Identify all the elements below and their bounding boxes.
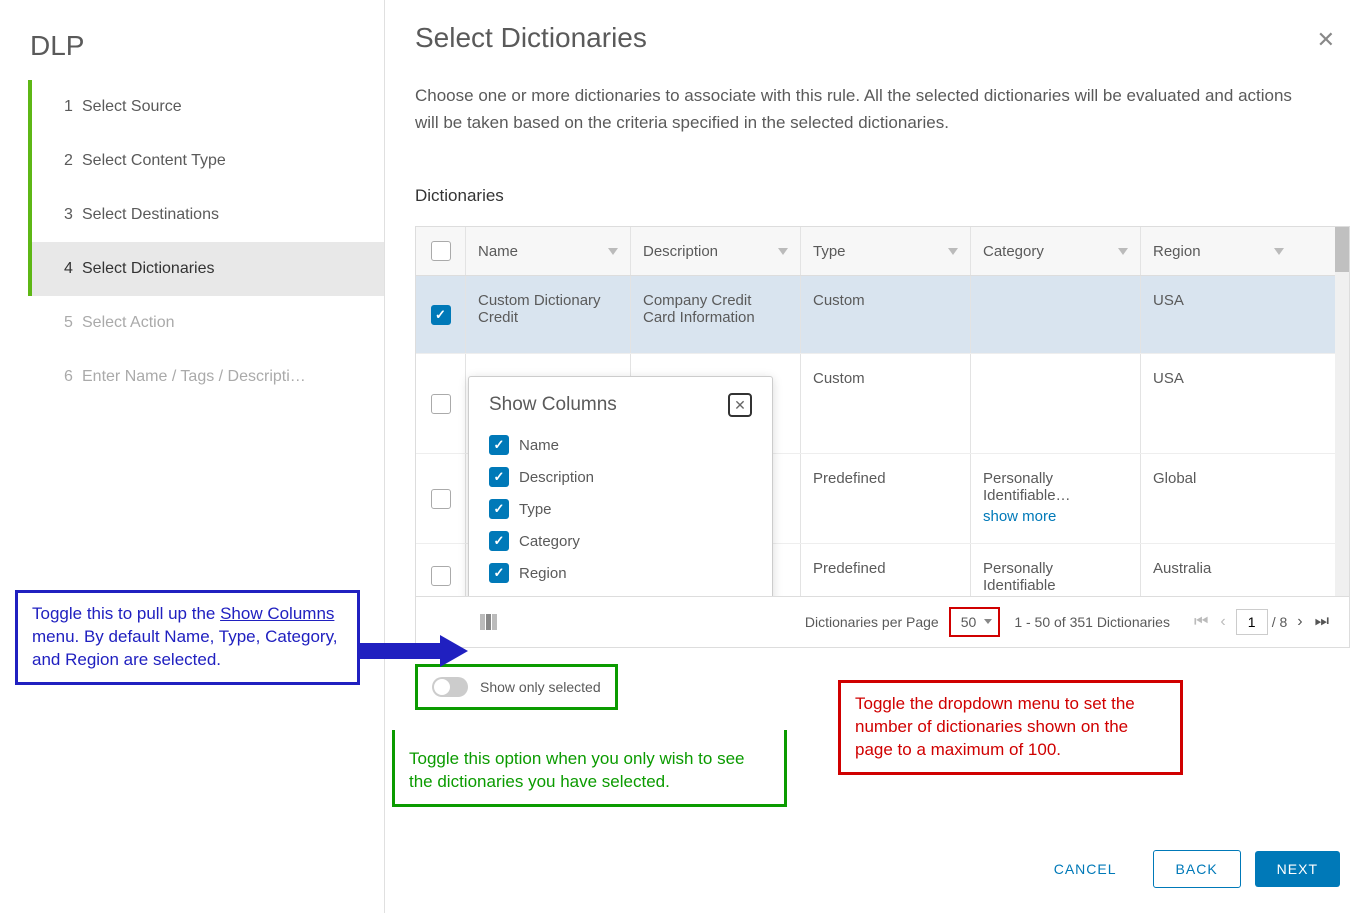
checkbox-icon[interactable]	[489, 499, 509, 519]
pager-first-icon[interactable]: ⏮	[1188, 613, 1214, 631]
step-select-action: 5Select Action	[32, 296, 384, 350]
show-more-link[interactable]: show more	[983, 508, 1056, 525]
page-description: Choose one or more dictionaries to assoc…	[415, 82, 1315, 136]
row-checkbox[interactable]	[431, 489, 451, 509]
step-select-destinations[interactable]: 3Select Destinations	[32, 188, 384, 242]
filter-icon[interactable]	[948, 248, 958, 255]
table-row[interactable]: Custom Dictionary Credit Company Credit …	[416, 276, 1349, 354]
column-toggle-region[interactable]: Region	[489, 557, 752, 589]
pager-prev-icon[interactable]: ‹	[1214, 613, 1231, 631]
page-total: / 8	[1272, 614, 1288, 630]
column-settings-icon[interactable]	[480, 614, 498, 630]
wizard-footer-buttons: CANCEL BACK NEXT	[1032, 850, 1340, 888]
step-enter-name-tags: 6Enter Name / Tags / Descripti…	[32, 350, 384, 404]
scroll-thumb[interactable]	[1335, 227, 1349, 272]
filter-icon[interactable]	[1274, 248, 1284, 255]
wizard-sidebar: DLP 1Select Source 2Select Content Type …	[0, 0, 385, 913]
popover-close-icon[interactable]: ✕	[728, 393, 752, 417]
checkbox-icon[interactable]	[489, 467, 509, 487]
pager-last-icon[interactable]: ⏭	[1309, 613, 1335, 631]
per-page-label: Dictionaries per Page	[805, 614, 939, 630]
show-only-selected-row: Show only selected	[415, 664, 618, 710]
col-name-header: Name	[478, 243, 518, 260]
callout-per-page: Toggle the dropdown menu to set the numb…	[838, 680, 1183, 775]
cancel-button[interactable]: CANCEL	[1032, 851, 1139, 887]
filter-icon[interactable]	[1118, 248, 1128, 255]
column-toggle-name[interactable]: Name	[489, 429, 752, 461]
col-region-header: Region	[1153, 243, 1201, 260]
page-number-input[interactable]	[1236, 609, 1268, 635]
next-button[interactable]: NEXT	[1255, 851, 1340, 887]
select-all-checkbox[interactable]	[431, 241, 451, 261]
callout-show-columns: Toggle this to pull up the Show Columns …	[15, 590, 360, 685]
step-select-source[interactable]: 1Select Source	[32, 80, 384, 134]
show-only-selected-toggle[interactable]	[432, 677, 468, 697]
checkbox-icon[interactable]	[489, 435, 509, 455]
checkbox-icon[interactable]	[489, 563, 509, 583]
step-select-dictionaries[interactable]: 4Select Dictionaries	[32, 242, 384, 296]
col-category-header: Category	[983, 243, 1044, 260]
checkbox-icon[interactable]	[489, 531, 509, 551]
filter-icon[interactable]	[608, 248, 618, 255]
column-toggle-description[interactable]: Description	[489, 461, 752, 493]
column-toggle-type[interactable]: Type	[489, 493, 752, 525]
close-icon[interactable]: ✕	[1312, 22, 1340, 58]
popover-title: Show Columns	[489, 394, 617, 416]
scrollbar[interactable]	[1335, 227, 1349, 607]
page-range-info: 1 - 50 of 351 Dictionaries	[1014, 614, 1170, 630]
sidebar-title: DLP	[0, 20, 384, 80]
row-checkbox[interactable]	[431, 566, 451, 586]
show-only-selected-label: Show only selected	[480, 679, 601, 695]
section-label: Dictionaries	[415, 186, 1350, 206]
dictionaries-table: Name Description Type Category Region Cu…	[415, 226, 1350, 648]
col-type-header: Type	[813, 243, 846, 260]
pager-next-icon[interactable]: ›	[1291, 613, 1308, 631]
callout-show-only-selected: Toggle this option when you only wish to…	[392, 730, 787, 807]
back-button[interactable]: BACK	[1153, 850, 1241, 888]
row-checkbox[interactable]	[431, 394, 451, 414]
step-select-content-type[interactable]: 2Select Content Type	[32, 134, 384, 188]
per-page-select[interactable]: 50	[949, 607, 1001, 637]
select-all-columns[interactable]: SELECT ALL	[489, 595, 752, 596]
column-toggle-category[interactable]: Category	[489, 525, 752, 557]
col-desc-header: Description	[643, 243, 718, 260]
table-header: Name Description Type Category Region	[416, 227, 1349, 276]
table-footer: Dictionaries per Page 50 1 - 50 of 351 D…	[416, 596, 1349, 647]
filter-icon[interactable]	[778, 248, 788, 255]
show-columns-popover: Show Columns ✕ Name Description Type Cat…	[468, 376, 773, 596]
page-title: Select Dictionaries	[415, 22, 647, 54]
annotation-arrow	[360, 635, 470, 667]
row-checkbox[interactable]	[431, 305, 451, 325]
